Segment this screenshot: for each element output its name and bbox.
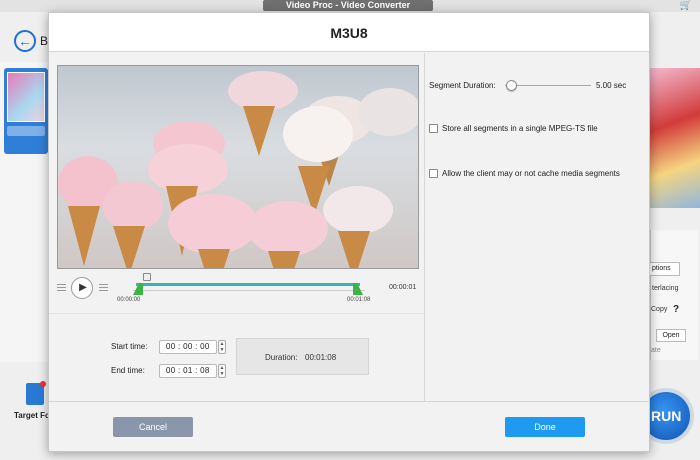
segment-duration-label: Segment Duration: xyxy=(429,81,496,90)
play-icon[interactable]: ▶ xyxy=(71,277,93,299)
cancel-button[interactable]: Cancel xyxy=(113,417,193,437)
section-divider xyxy=(49,313,424,314)
timeline-selection xyxy=(136,283,360,286)
single-file-label[interactable]: Store all segments in a single MPEG-TS f… xyxy=(442,124,598,133)
timeline-start-marker: 00:00:00 xyxy=(117,297,141,303)
cart-icon[interactable]: 🛒 xyxy=(680,0,692,11)
grip-left-icon[interactable] xyxy=(57,282,66,291)
start-time-label: Start time: xyxy=(111,342,148,351)
back-arrow-icon[interactable]: ← xyxy=(14,30,36,52)
interlacing-label: terlacing xyxy=(652,285,679,292)
copy-label: Copy xyxy=(651,306,668,313)
help-icon[interactable]: ? xyxy=(673,304,679,315)
playhead-handle[interactable] xyxy=(143,273,151,281)
end-time-label: End time: xyxy=(111,366,145,375)
single-file-checkbox[interactable] xyxy=(429,124,438,133)
cache-checkbox[interactable] xyxy=(429,169,438,178)
duration-label: Duration: xyxy=(265,353,298,362)
segment-duration-value: 5.00 sec xyxy=(596,81,627,90)
done-button[interactable]: Done xyxy=(505,417,585,437)
start-time-field[interactable]: 00 : 00 : 00 xyxy=(159,340,217,354)
video-item-bar xyxy=(7,126,45,136)
rate-label: ate xyxy=(651,347,661,354)
panel-divider xyxy=(424,53,425,401)
timeline-end-marker: 00:01:08 xyxy=(347,297,371,303)
footer-divider xyxy=(49,401,649,402)
notification-dot xyxy=(40,381,46,387)
options-button[interactable]: ptions xyxy=(650,262,680,276)
grip-right-icon[interactable] xyxy=(99,282,108,291)
segment-duration-slider[interactable] xyxy=(505,85,591,86)
end-time-field[interactable]: 00 : 01 : 08 xyxy=(159,364,217,378)
open-button[interactable]: Open xyxy=(656,329,686,342)
dialog-header: M3U8 xyxy=(49,13,649,52)
duration-box: Duration: 00:01:08 xyxy=(236,338,369,375)
current-time: 00:00:01 xyxy=(389,284,417,291)
duration-value: 00:01:08 xyxy=(305,353,337,362)
app-window-title: Video Proc - Video Converter xyxy=(263,0,433,11)
m3u8-dialog: M3U8 ▶ 00:00:00 00:01:08 00:00:01 Start … xyxy=(48,12,650,452)
back-label: B xyxy=(40,34,49,48)
video-preview xyxy=(57,65,419,269)
cache-label[interactable]: Allow the client may or not cache media … xyxy=(442,169,620,178)
end-time-stepper[interactable]: ▲ ▼ xyxy=(218,364,226,378)
dialog-title: M3U8 xyxy=(330,25,368,41)
start-time-stepper[interactable]: ▲ ▼ xyxy=(218,340,226,354)
preview-thumbnail xyxy=(650,68,700,208)
segment-duration-thumb[interactable] xyxy=(506,80,518,91)
video-thumbnail xyxy=(7,72,45,122)
